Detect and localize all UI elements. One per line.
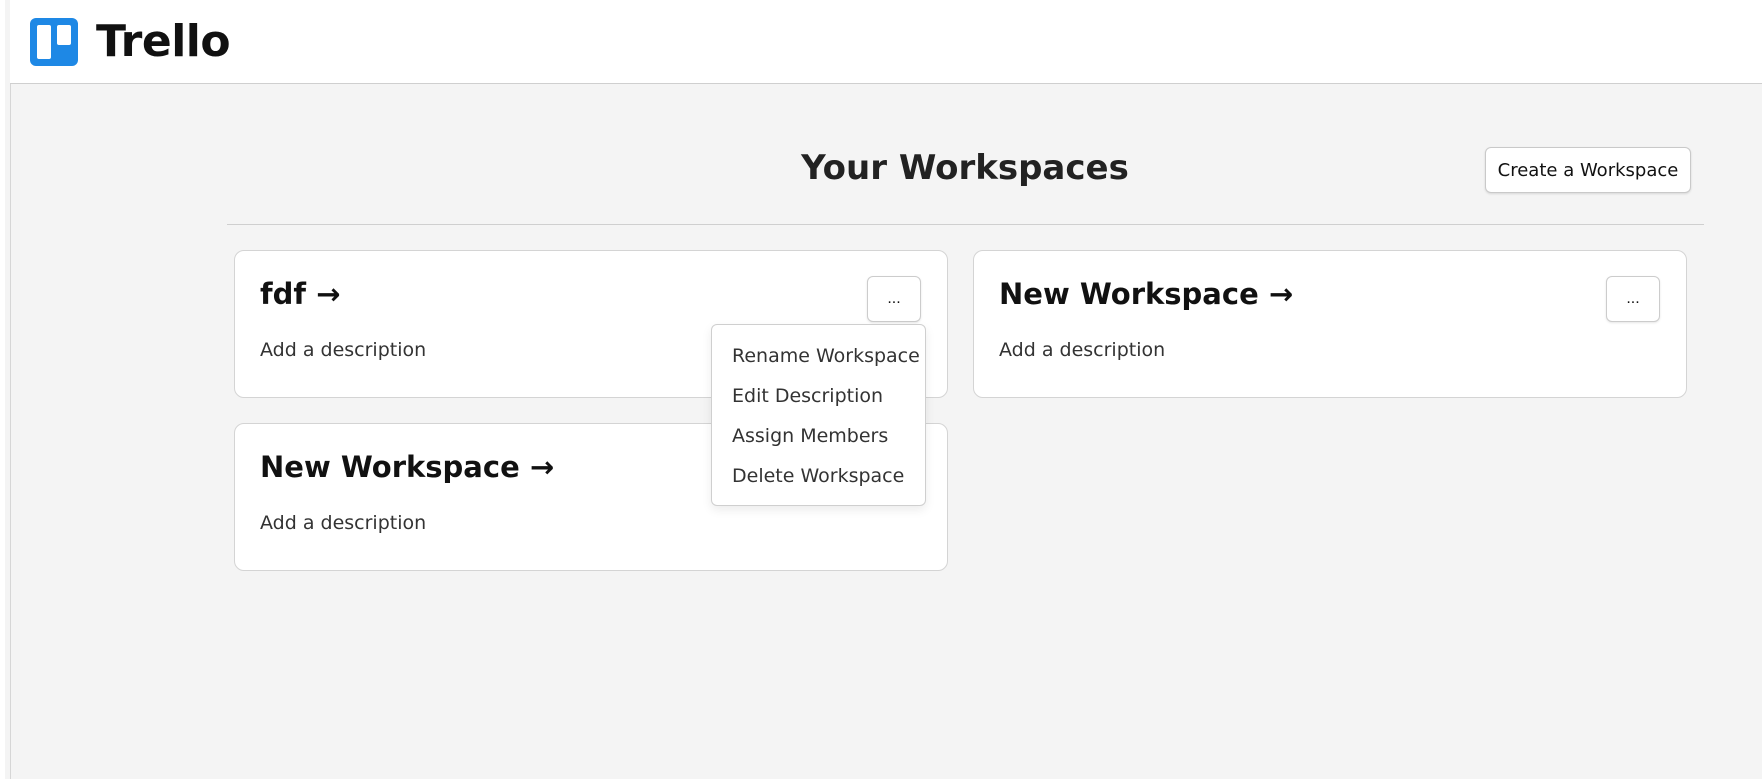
page-title-wrapper: Your Workspaces <box>705 148 1225 188</box>
left-edge-line <box>10 0 11 779</box>
workspace-card: New Workspace → Add a description ... <box>973 250 1687 398</box>
page-title: Your Workspaces <box>801 148 1129 188</box>
workspace-title-link[interactable]: fdf → <box>260 277 340 311</box>
top-bar: Trello <box>10 0 1762 84</box>
workspace-description[interactable]: Add a description <box>999 339 1165 361</box>
trello-board-icon <box>30 17 78 66</box>
create-workspace-button[interactable]: Create a Workspace <box>1485 147 1691 193</box>
workspace-more-button[interactable]: ... <box>867 276 921 322</box>
menu-item-edit-description[interactable]: Edit Description <box>712 376 925 416</box>
menu-item-rename-workspace[interactable]: Rename Workspace <box>712 336 925 376</box>
menu-item-assign-members[interactable]: Assign Members <box>712 416 925 456</box>
workspace-title-link[interactable]: New Workspace → <box>260 450 554 484</box>
workspaces-page: Trello Your Workspaces Create a Workspac… <box>0 0 1762 779</box>
workspace-description[interactable]: Add a description <box>260 512 426 534</box>
app-name: Trello <box>96 16 231 67</box>
workspace-title-link[interactable]: New Workspace → <box>999 277 1293 311</box>
workspace-description[interactable]: Add a description <box>260 339 426 361</box>
header-divider <box>227 224 1704 225</box>
workspace-more-button[interactable]: ... <box>1606 276 1660 322</box>
app-logo[interactable]: Trello <box>30 16 231 67</box>
menu-item-delete-workspace[interactable]: Delete Workspace <box>712 456 925 496</box>
workspace-options-menu: Rename Workspace Edit Description Assign… <box>711 324 926 506</box>
